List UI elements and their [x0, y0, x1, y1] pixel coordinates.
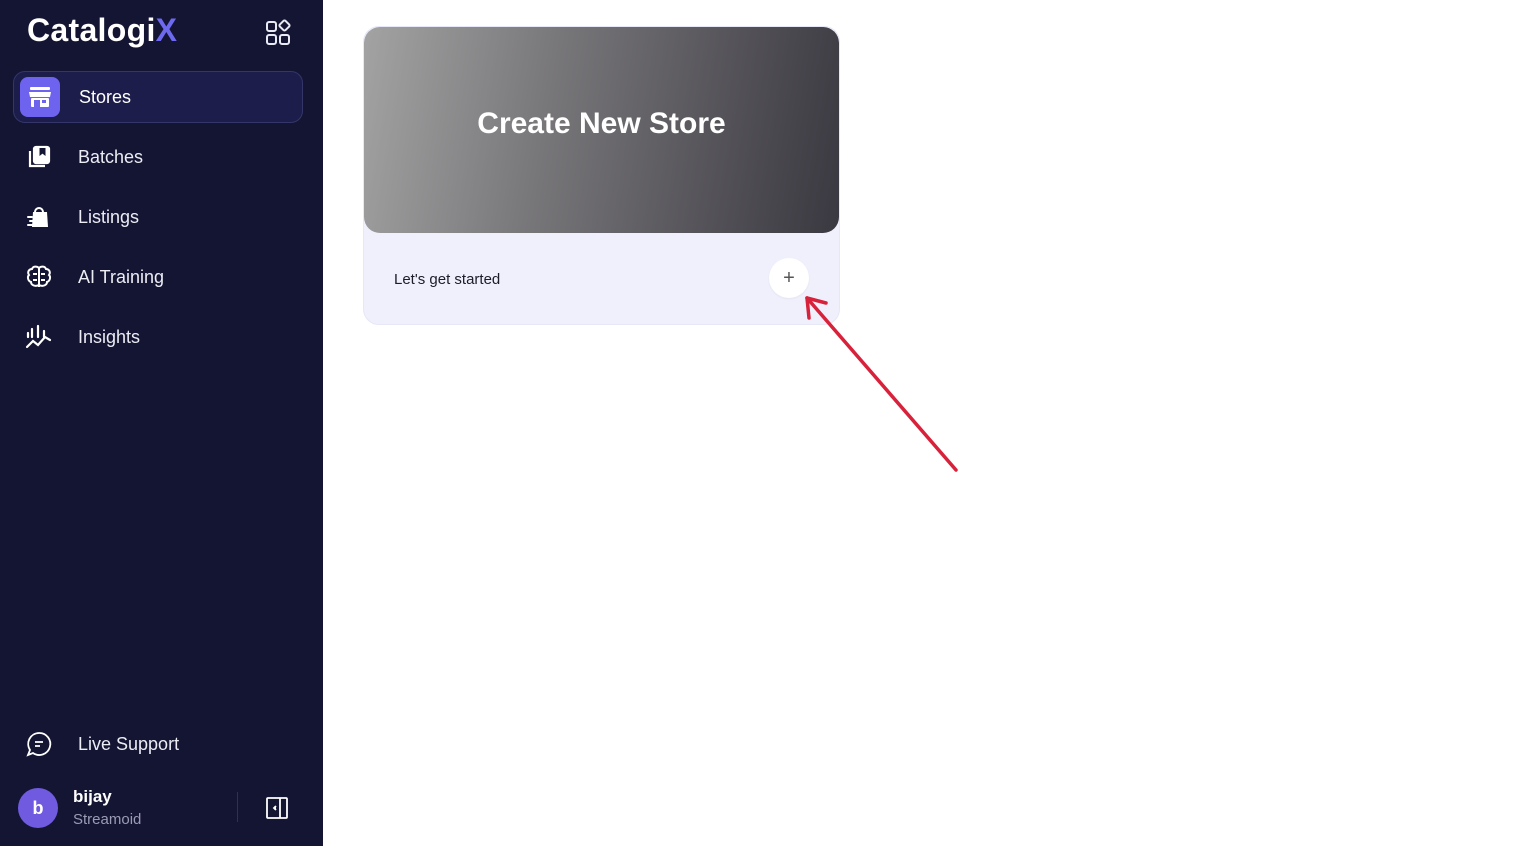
- store-icon: [20, 77, 60, 117]
- card-footer: Let's get started +: [364, 233, 839, 324]
- main-content: Create New Store Let's get started +: [323, 0, 1519, 846]
- brain-icon: [19, 257, 59, 297]
- logo-accent: X: [155, 11, 178, 48]
- grid-icon: [266, 19, 291, 45]
- logo-text: Catalogi: [27, 11, 156, 48]
- sidebar-item-insights[interactable]: Insights: [13, 311, 303, 363]
- sidebar: Catalogi X Stores Batches Listings AI Tr…: [0, 0, 323, 846]
- card-subtitle: Let's get started: [394, 270, 501, 288]
- user-name: bijay: [73, 787, 112, 807]
- sidebar-item-listings[interactable]: Listings: [13, 191, 303, 243]
- user-profile[interactable]: b bijay Streamoid: [18, 786, 308, 830]
- sidebar-item-stores[interactable]: Stores: [13, 71, 303, 123]
- sidebar-collapse-icon: [266, 797, 288, 819]
- sidebar-item-label: Stores: [79, 86, 132, 107]
- collapse-sidebar-button[interactable]: [264, 795, 290, 821]
- catalogix-logo[interactable]: Catalogi X: [27, 10, 177, 50]
- card-title: Create New Store: [477, 107, 726, 140]
- apps-grid-button[interactable]: [262, 17, 294, 49]
- live-support-button[interactable]: Live Support: [13, 718, 303, 770]
- user-organization: Streamoid: [73, 810, 142, 828]
- shopping-bag-icon: [19, 197, 59, 237]
- sidebar-item-label: AI Training: [78, 266, 165, 287]
- user-info: bijay Streamoid: [73, 787, 141, 828]
- plus-icon: +: [783, 266, 795, 289]
- batches-icon: [19, 137, 59, 177]
- avatar[interactable]: b: [18, 788, 58, 828]
- sidebar-item-label: Listings: [78, 206, 140, 227]
- sidebar-item-ai-training[interactable]: AI Training: [13, 251, 303, 303]
- sidebar-item-label: Batches: [78, 146, 144, 167]
- create-store-card[interactable]: Create New Store Let's get started +: [363, 26, 840, 325]
- chart-icon: [19, 317, 59, 357]
- live-support-label: Live Support: [78, 733, 180, 754]
- sidebar-item-batches[interactable]: Batches: [13, 131, 303, 183]
- sidebar-nav: Stores Batches Listings AI Training Insi…: [13, 71, 303, 371]
- card-hero[interactable]: Create New Store: [364, 27, 839, 233]
- divider: [237, 792, 238, 822]
- chat-icon: [19, 724, 59, 764]
- add-store-button[interactable]: +: [769, 258, 809, 298]
- sidebar-item-label: Insights: [78, 326, 141, 347]
